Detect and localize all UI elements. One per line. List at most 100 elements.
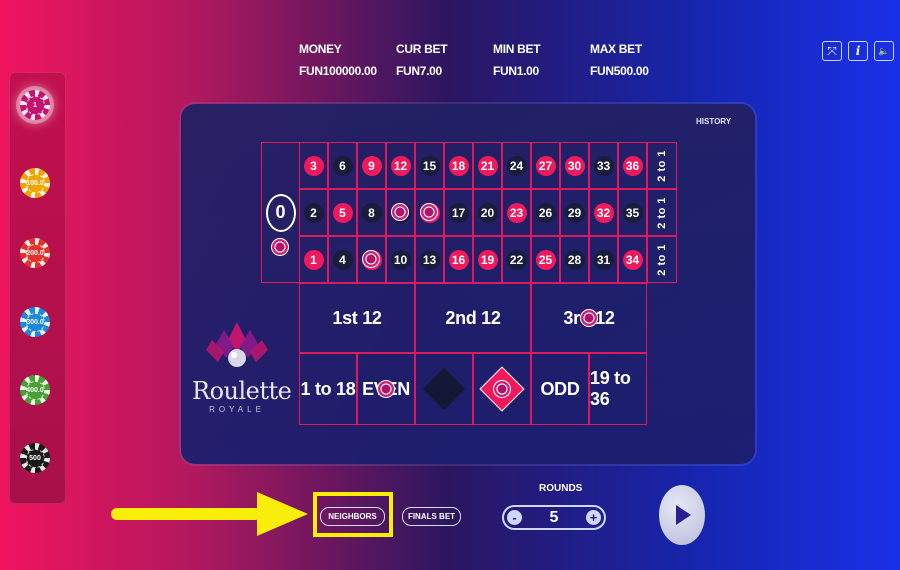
chip-2[interactable]: 100.0	[20, 168, 50, 198]
number-35: 35	[622, 202, 643, 223]
number-33: 33	[593, 155, 614, 176]
chip-1[interactable]: 1	[20, 90, 50, 120]
number-cell[interactable]: 9	[357, 142, 386, 189]
dozen-bet-cell[interactable]: 1st 12	[299, 283, 415, 353]
number-cell[interactable]: 28	[560, 236, 589, 283]
number-cell[interactable]: 31	[589, 236, 618, 283]
number-9: 9	[361, 155, 382, 176]
number-cell[interactable]: 24	[502, 142, 531, 189]
low-bet-cell[interactable]: 1 to 18	[299, 353, 357, 425]
placed-bet-chip[interactable]	[420, 203, 438, 221]
dozen-bet-cell[interactable]: 2nd 12	[415, 283, 531, 353]
number-10: 10	[390, 249, 411, 270]
number-cell[interactable]: 22	[502, 236, 531, 283]
number-cell[interactable]: 3	[299, 142, 328, 189]
number-16: 16	[448, 249, 469, 270]
number-cell[interactable]: 17	[444, 189, 473, 236]
history-button[interactable]: HISTORY	[696, 117, 731, 126]
chip-5[interactable]: 400.0	[20, 375, 50, 405]
rounds-decrease-button[interactable]: -	[507, 510, 522, 525]
placed-bet-chip[interactable]	[377, 380, 395, 398]
neighbors-button[interactable]: NEIGHBORS	[320, 507, 385, 526]
placed-bet-chip[interactable]	[493, 380, 511, 398]
number-cell[interactable]: 30	[560, 142, 589, 189]
number-cell[interactable]: 13	[415, 236, 444, 283]
column-bet-cell[interactable]: 2 to 1	[647, 236, 677, 283]
number-8: 8	[361, 202, 382, 223]
number-cell[interactable]: 1	[299, 236, 328, 283]
zero-cell[interactable]: 0	[261, 142, 299, 283]
fullscreen-icon[interactable]: ⤧	[822, 41, 842, 61]
placed-bet-chip[interactable]	[580, 309, 598, 327]
max-bet-label: MAX BET	[590, 42, 642, 56]
number-cell[interactable]: 25	[531, 236, 560, 283]
dozen-label: 1st 12	[332, 307, 382, 328]
current-bet-display: CUR BET FUN7.00	[396, 42, 448, 78]
number-29: 29	[564, 202, 585, 223]
number-cell[interactable]: 16	[444, 236, 473, 283]
current-bet-label: CUR BET	[396, 42, 448, 56]
black-bet-cell[interactable]	[415, 353, 473, 425]
number-cell[interactable]: 23	[502, 189, 531, 236]
number-cell[interactable]: 21	[473, 142, 502, 189]
number-cell[interactable]: 5	[328, 189, 357, 236]
money-display: MONEY FUN100000.00	[299, 42, 377, 78]
column-bet-cell[interactable]: 2 to 1	[647, 142, 677, 189]
finals-bet-button[interactable]: FINALS BET	[402, 507, 461, 526]
number-cell[interactable]: 8	[357, 189, 386, 236]
placed-bet-chip[interactable]	[271, 238, 289, 256]
number-21: 21	[477, 155, 498, 176]
play-icon	[676, 505, 691, 525]
info-icon[interactable]: i	[848, 41, 868, 61]
number-6: 6	[332, 155, 353, 176]
number-cell[interactable]: 4	[328, 236, 357, 283]
number-cell[interactable]: 29	[560, 189, 589, 236]
number-cell[interactable]: 33	[589, 142, 618, 189]
number-cell[interactable]: 27	[531, 142, 560, 189]
number-26: 26	[535, 202, 556, 223]
chip-value: 300.0	[25, 312, 45, 332]
number-1: 1	[303, 249, 324, 270]
number-23: 23	[506, 202, 527, 223]
rounds-increase-button[interactable]: +	[586, 510, 601, 525]
number-cell[interactable]: 12	[386, 142, 415, 189]
number-cell[interactable]: 10	[386, 236, 415, 283]
placed-bet-chip[interactable]	[391, 203, 409, 221]
chip-4[interactable]: 300.0	[20, 307, 50, 337]
number-17: 17	[448, 202, 469, 223]
number-cell[interactable]: 26	[531, 189, 560, 236]
chip-value: 400.0	[25, 380, 45, 400]
number-13: 13	[419, 249, 440, 270]
zero-number: 0	[265, 193, 296, 232]
number-cell[interactable]: 15	[415, 142, 444, 189]
number-cell[interactable]: 36	[618, 142, 647, 189]
chip-6[interactable]: 500	[20, 443, 50, 473]
column-bet-cell[interactable]: 2 to 1	[647, 189, 677, 236]
min-bet-display: MIN BET FUN1.00	[493, 42, 541, 78]
number-cell[interactable]: 18	[444, 142, 473, 189]
placed-bet-chip[interactable]	[362, 250, 380, 268]
number-30: 30	[564, 155, 585, 176]
number-cell[interactable]: 34	[618, 236, 647, 283]
number-15: 15	[419, 155, 440, 176]
play-button[interactable]	[659, 485, 705, 545]
sound-icon[interactable]: 🔈	[874, 41, 894, 61]
number-cell[interactable]: 20	[473, 189, 502, 236]
number-cell[interactable]: 32	[589, 189, 618, 236]
chip-3[interactable]: 200.0	[20, 238, 50, 268]
column-bet-label: 2 to 1	[656, 149, 668, 182]
number-cell[interactable]: 2	[299, 189, 328, 236]
rounds-label: ROUNDS	[539, 483, 583, 494]
odd-bet-label: ODD	[540, 378, 580, 399]
high-bet-cell[interactable]: 19 to 36	[589, 353, 647, 425]
logo-subtitle: ROYALE	[209, 405, 265, 414]
odd-bet-cell[interactable]: ODD	[531, 353, 589, 425]
number-cell[interactable]: 6	[328, 142, 357, 189]
number-cell[interactable]: 19	[473, 236, 502, 283]
number-4: 4	[332, 249, 353, 270]
chip-value: 200.0	[25, 243, 45, 263]
number-cell[interactable]: 35	[618, 189, 647, 236]
max-bet-display: MAX BET FUN500.00	[590, 42, 649, 78]
number-25: 25	[535, 249, 556, 270]
money-value: FUN100000.00	[299, 64, 377, 78]
